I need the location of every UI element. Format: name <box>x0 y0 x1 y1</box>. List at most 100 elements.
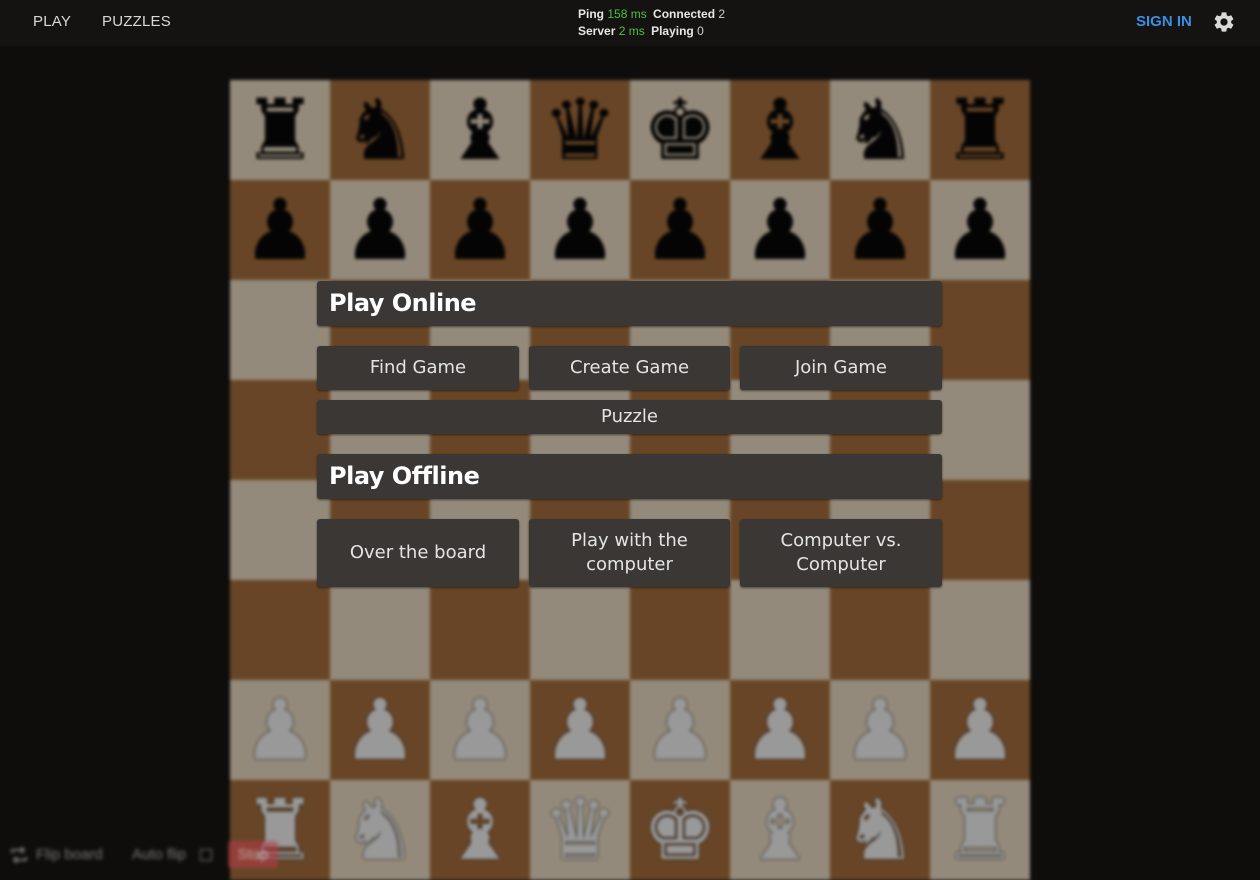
nav-puzzles[interactable]: PUZZLES <box>102 13 171 30</box>
connected-label: Connected <box>653 7 716 21</box>
black-piece[interactable]: ♝ <box>442 88 517 172</box>
play-with-computer-button[interactable]: Play with the computer <box>529 519 730 587</box>
board-square[interactable] <box>930 280 1030 380</box>
white-piece[interactable]: ♟ <box>342 688 417 772</box>
black-piece[interactable]: ♟ <box>542 188 617 272</box>
white-piece[interactable]: ♚ <box>642 788 717 872</box>
board-square[interactable]: ♟ <box>330 680 430 780</box>
stop-button[interactable]: Stop <box>228 841 278 868</box>
board-toolbar: Flip board Auto flip Stop <box>0 838 280 868</box>
computer-vs-computer-button[interactable]: Computer vs. Computer <box>740 519 942 587</box>
board-square[interactable]: ♟ <box>830 180 930 280</box>
white-piece[interactable]: ♜ <box>942 788 1017 872</box>
board-square[interactable]: ♟ <box>930 180 1030 280</box>
white-piece[interactable]: ♟ <box>542 688 617 772</box>
black-piece[interactable]: ♛ <box>542 88 617 172</box>
board-square[interactable]: ♟ <box>330 180 430 280</box>
board-square[interactable]: ♟ <box>830 680 930 780</box>
find-game-button[interactable]: Find Game <box>317 346 519 390</box>
board-square[interactable]: ♟ <box>630 680 730 780</box>
play-offline-heading: Play Offline <box>317 454 942 499</box>
white-piece[interactable]: ♟ <box>842 688 917 772</box>
black-piece[interactable]: ♟ <box>342 188 417 272</box>
board-square[interactable] <box>930 480 1030 580</box>
black-piece[interactable]: ♞ <box>342 88 417 172</box>
black-piece[interactable]: ♟ <box>742 188 817 272</box>
board-square[interactable]: ♟ <box>930 680 1030 780</box>
auto-flip-toggle[interactable]: Auto flip <box>132 846 186 863</box>
over-the-board-button[interactable]: Over the board <box>317 519 519 587</box>
black-piece[interactable]: ♞ <box>842 88 917 172</box>
black-piece[interactable]: ♜ <box>942 88 1017 172</box>
flip-board-button[interactable]: Flip board <box>36 846 103 863</box>
board-square[interactable] <box>330 580 430 680</box>
board-square[interactable]: ♟ <box>730 680 830 780</box>
create-game-button[interactable]: Create Game <box>529 346 730 390</box>
black-piece[interactable]: ♝ <box>742 88 817 172</box>
board-square[interactable] <box>230 280 330 380</box>
gear-icon[interactable] <box>1212 10 1236 34</box>
white-piece[interactable]: ♞ <box>342 788 417 872</box>
white-piece[interactable]: ♟ <box>742 688 817 772</box>
board-square[interactable]: ♟ <box>530 180 630 280</box>
server-label: Server <box>578 24 616 38</box>
join-game-button[interactable]: Join Game <box>740 346 942 390</box>
puzzle-button[interactable]: Puzzle <box>317 400 942 434</box>
board-square[interactable]: ♟ <box>430 680 530 780</box>
white-piece[interactable]: ♞ <box>842 788 917 872</box>
auto-flip-checkbox[interactable] <box>200 849 212 861</box>
board-square[interactable] <box>230 380 330 480</box>
board-square[interactable]: ♟ <box>630 180 730 280</box>
black-piece[interactable]: ♟ <box>942 188 1017 272</box>
board-square[interactable]: ♟ <box>530 680 630 780</box>
board-square[interactable]: ♝ <box>430 780 530 880</box>
board-square[interactable] <box>630 580 730 680</box>
board-square[interactable]: ♝ <box>430 80 530 180</box>
top-bar: PLAY PUZZLES Ping 158 ms Connected 2 Ser… <box>0 0 1260 46</box>
board-square[interactable]: ♚ <box>630 780 730 880</box>
board-square[interactable] <box>230 580 330 680</box>
server-value: 2 ms <box>618 24 645 38</box>
board-square[interactable] <box>730 580 830 680</box>
board-square[interactable]: ♞ <box>830 780 930 880</box>
board-square[interactable] <box>930 580 1030 680</box>
white-piece[interactable]: ♟ <box>942 688 1017 772</box>
board-square[interactable] <box>230 480 330 580</box>
board-square[interactable]: ♟ <box>430 180 530 280</box>
board-square[interactable]: ♝ <box>730 780 830 880</box>
connected-value: 2 <box>718 7 726 21</box>
board-square[interactable]: ♜ <box>930 780 1030 880</box>
ping-label: Ping <box>578 7 604 21</box>
white-piece[interactable]: ♟ <box>442 688 517 772</box>
board-square[interactable]: ♟ <box>230 680 330 780</box>
board-square[interactable]: ♟ <box>730 180 830 280</box>
black-piece[interactable]: ♟ <box>842 188 917 272</box>
nav-play[interactable]: PLAY <box>33 13 71 30</box>
sign-in-link[interactable]: SIGN IN <box>1136 13 1192 30</box>
server-stats: Ping 158 ms Connected 2 Server 2 ms Play… <box>578 6 725 40</box>
board-square[interactable]: ♞ <box>330 780 430 880</box>
white-piece[interactable]: ♝ <box>742 788 817 872</box>
board-square[interactable] <box>530 580 630 680</box>
white-piece[interactable]: ♟ <box>642 688 717 772</box>
board-square[interactable]: ♜ <box>930 80 1030 180</box>
board-square[interactable]: ♟ <box>230 180 330 280</box>
board-square[interactable]: ♚ <box>630 80 730 180</box>
black-piece[interactable]: ♜ <box>242 88 317 172</box>
white-piece[interactable]: ♝ <box>442 788 517 872</box>
black-piece[interactable]: ♟ <box>442 188 517 272</box>
board-square[interactable] <box>430 580 530 680</box>
black-piece[interactable]: ♟ <box>242 188 317 272</box>
board-square[interactable]: ♛ <box>530 780 630 880</box>
board-square[interactable]: ♜ <box>230 80 330 180</box>
board-square[interactable]: ♞ <box>330 80 430 180</box>
white-piece[interactable]: ♛ <box>542 788 617 872</box>
black-piece[interactable]: ♟ <box>642 188 717 272</box>
board-square[interactable] <box>930 380 1030 480</box>
black-piece[interactable]: ♚ <box>642 88 717 172</box>
board-square[interactable]: ♝ <box>730 80 830 180</box>
board-square[interactable]: ♛ <box>530 80 630 180</box>
white-piece[interactable]: ♟ <box>242 688 317 772</box>
board-square[interactable] <box>830 580 930 680</box>
board-square[interactable]: ♞ <box>830 80 930 180</box>
